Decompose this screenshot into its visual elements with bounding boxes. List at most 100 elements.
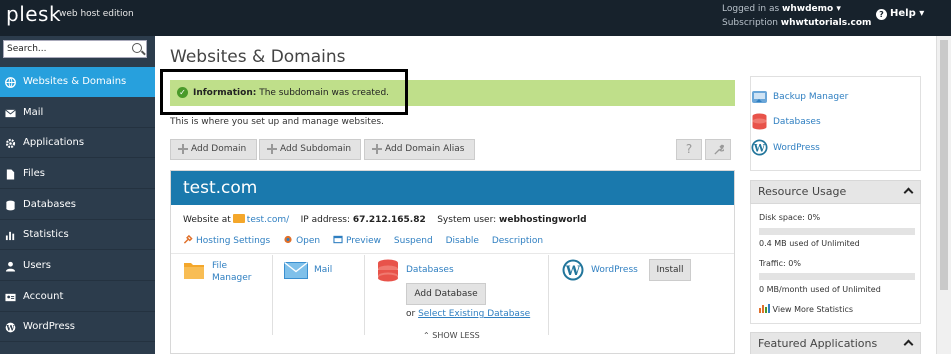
description-link[interactable]: Description <box>492 236 543 246</box>
chevron-up-icon: ⌃ <box>423 331 430 340</box>
id-card-icon <box>5 293 16 302</box>
tools-button[interactable] <box>705 139 731 160</box>
resource-usage-header[interactable]: Resource Usage <box>750 180 921 204</box>
mail-link[interactable]: Mail <box>314 264 332 276</box>
databases-link[interactable]: Databases <box>406 264 454 276</box>
user-menu[interactable]: whwdemo <box>782 4 833 14</box>
open-link[interactable]: Open <box>283 235 320 246</box>
sidebar-item-mail[interactable]: Mail <box>0 98 155 128</box>
disk-used-text: 0.4 MB used of Unlimited <box>759 239 860 248</box>
globe-icon <box>5 77 16 88</box>
sidebar-item-statistics[interactable]: Statistics <box>0 220 155 250</box>
sidebar-item-wordpress[interactable]: W WordPress <box>0 312 155 342</box>
preview-link[interactable]: Preview <box>333 235 382 246</box>
wordpress-link[interactable]: WordPress <box>591 264 638 276</box>
user-caret-icon[interactable]: ▾ <box>833 4 841 14</box>
sidebar-item-label: Mail <box>23 107 44 118</box>
sidebar-item-label: Applications <box>23 137 85 148</box>
stats-icon <box>759 304 770 313</box>
plesk-logo[interactable]: plesk <box>6 2 61 26</box>
disable-link[interactable]: Disable <box>446 236 479 246</box>
backup-manager-link[interactable]: Backup Manager <box>752 91 849 103</box>
install-button[interactable]: Install <box>649 259 691 281</box>
sidebar-item-applications[interactable]: Applications <box>0 128 155 158</box>
sidebar-item-label: Databases <box>23 199 76 210</box>
domain-name[interactable]: test.com <box>171 171 734 205</box>
chevron-up-icon[interactable] <box>903 339 914 350</box>
traffic-bar <box>759 273 915 280</box>
select-existing-database-link[interactable]: Select Existing Database <box>418 309 530 319</box>
select-database-row: or Select Existing Database <box>406 308 530 320</box>
subscription-label: Subscription <box>722 18 778 28</box>
add-database-button[interactable]: Add Database <box>406 283 486 305</box>
sidebar-item-users[interactable]: Users <box>0 251 155 281</box>
add-subdomain-button[interactable]: Add Subdomain <box>259 139 361 160</box>
featured-applications-header[interactable]: Featured Applications <box>750 332 921 354</box>
or-label: or <box>406 309 416 319</box>
sidebar-item-label: Statistics <box>23 229 69 240</box>
website-link[interactable]: test.com/ <box>247 215 289 225</box>
button-label: Add Domain Alias <box>385 144 465 154</box>
sidebar-item-databases[interactable]: Databases <box>0 190 155 220</box>
quick-link-label: Backup Manager <box>773 92 849 102</box>
system-user-value: webhostingworld <box>499 215 587 225</box>
databases-quick-link[interactable]: Databases <box>752 113 821 130</box>
help-icon: ? <box>876 9 887 20</box>
database-icon <box>6 200 15 211</box>
view-more-statistics-link[interactable]: View More Statistics <box>759 303 853 314</box>
resource-usage-panel: Disk space: 0% 0.4 MB used of Unlimited … <box>750 204 921 324</box>
disk-space-label: Disk space: 0% <box>759 213 821 222</box>
suspend-link[interactable]: Suspend <box>394 236 433 246</box>
toggle-label: SHOW LESS <box>432 331 480 340</box>
system-user-label: System user: <box>437 215 497 225</box>
sidebar-item-websites-domains[interactable]: Websites & Domains <box>0 67 155 97</box>
scrollbar-thumb[interactable] <box>940 40 948 290</box>
traffic-used-text: 0 MB/month used of Unlimited <box>759 285 881 294</box>
user-icon <box>5 261 16 272</box>
action-label: Preview <box>345 236 382 246</box>
intro-text: This is where you set up and manage webs… <box>170 117 384 127</box>
add-domain-button[interactable]: Add Domain <box>170 139 257 160</box>
folder-icon <box>232 214 245 223</box>
sidebar-item-account[interactable]: Account <box>0 282 155 312</box>
svg-text:W: W <box>5 323 15 332</box>
search-placeholder: Search... <box>7 44 47 54</box>
wrench-icon <box>713 144 725 155</box>
hosting-settings-link[interactable]: Hosting Settings <box>183 235 270 246</box>
sidebar-item-label: WordPress <box>23 321 76 332</box>
logged-in-label: Logged in as <box>722 4 780 14</box>
preview-icon <box>333 235 343 244</box>
account-info: Logged in as whwdemo ▾ Subscription whwt… <box>722 2 871 30</box>
help-menu[interactable]: ? Help ▾ <box>876 8 924 20</box>
wordpress-icon: W <box>751 139 768 156</box>
bar-chart-icon <box>5 231 15 241</box>
sidebar: Search... Websites & Domains Mail Applic… <box>0 36 155 354</box>
top-bar: plesk web host edition Logged in as whwd… <box>0 0 951 36</box>
domain-info: Website at test.com/ IP address: 67.212.1… <box>183 214 587 225</box>
sidebar-item-files[interactable]: Files <box>0 159 155 189</box>
button-label: Add Domain <box>191 144 247 154</box>
domain-actions: Hosting Settings Open Preview Suspend Di… <box>183 235 553 246</box>
wordpress-quick-link[interactable]: W WordPress <box>751 139 820 156</box>
file-icon <box>6 169 15 180</box>
subscription-name[interactable]: whwtutorials.com <box>781 18 872 28</box>
tools-icon <box>183 235 193 244</box>
envelope-icon <box>5 109 16 118</box>
add-domain-alias-button[interactable]: Add Domain Alias <box>364 139 475 160</box>
divider <box>548 255 549 335</box>
wordpress-logo-icon: W <box>562 259 584 281</box>
chevron-up-icon[interactable] <box>903 187 914 198</box>
divider <box>171 253 734 254</box>
open-globe-icon <box>284 235 292 244</box>
page-title: Websites & Domains <box>170 47 346 67</box>
show-less-toggle[interactable]: ⌃ SHOW LESS <box>423 331 480 340</box>
search-icon[interactable] <box>132 43 142 53</box>
file-manager-link[interactable]: File Manager <box>212 260 251 284</box>
tool-label: Manager <box>212 273 252 283</box>
domain-card: test.com Website at test.com/ IP address:… <box>170 170 735 354</box>
traffic-label: Traffic: 0% <box>759 259 801 268</box>
sidebar-item-label: Files <box>23 168 45 179</box>
help-button[interactable]: ? <box>676 139 702 160</box>
page-scrollbar[interactable] <box>936 36 951 354</box>
search-input[interactable]: Search... <box>3 40 147 58</box>
